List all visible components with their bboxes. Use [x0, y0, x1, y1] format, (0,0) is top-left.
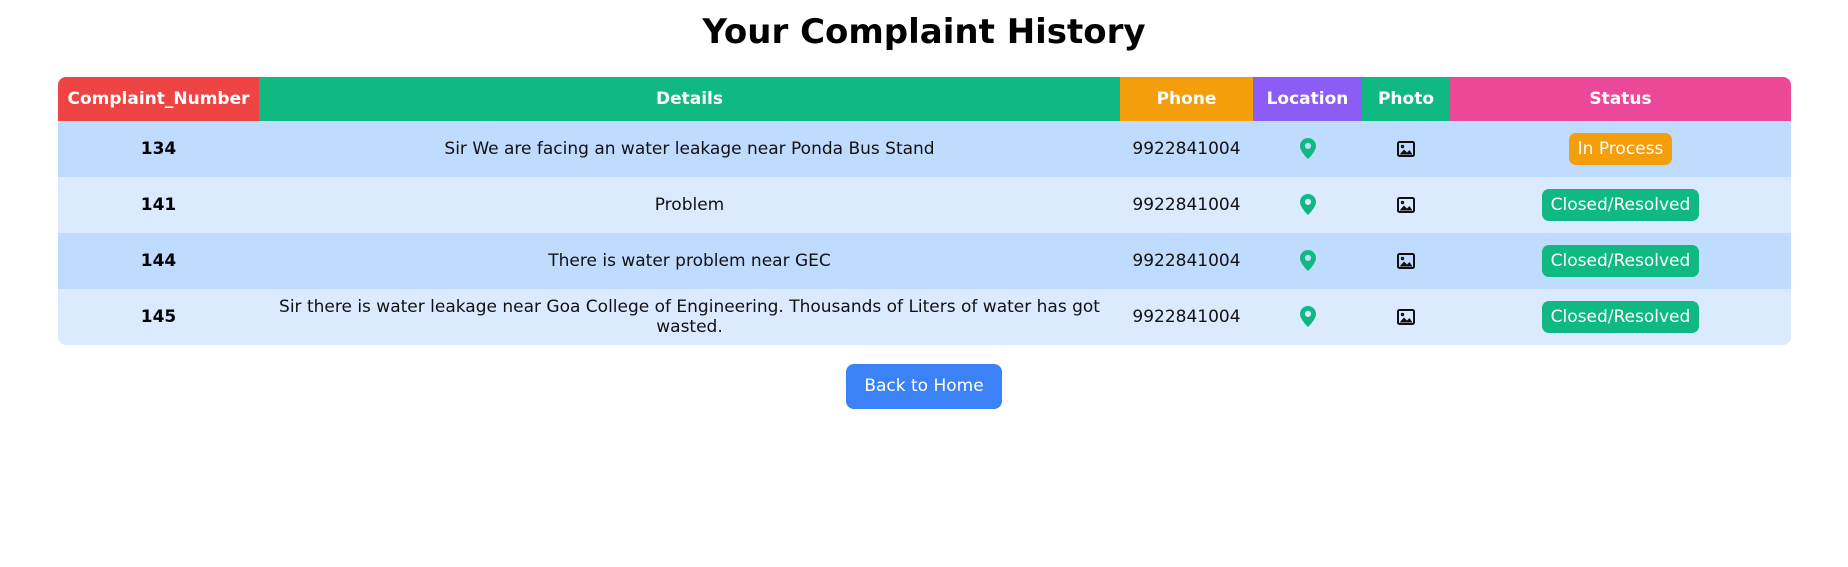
back-to-home-button[interactable]: Back to Home: [846, 364, 1002, 409]
location-cell: [1253, 177, 1362, 233]
complaint-number-cell: 145: [58, 289, 259, 345]
header-phone: Phone: [1120, 77, 1253, 121]
location-cell: [1253, 121, 1362, 177]
phone-cell: 9922841004: [1120, 289, 1253, 345]
table-header-row: Complaint_Number Details Phone Location …: [58, 77, 1791, 121]
back-button-container: Back to Home: [0, 364, 1848, 409]
location-cell: [1253, 233, 1362, 289]
complaint-number-cell: 141: [58, 177, 259, 233]
details-cell: Sir We are facing an water leakage near …: [259, 121, 1120, 177]
phone-cell: 9922841004: [1120, 121, 1253, 177]
map-marker-icon[interactable]: [1294, 246, 1322, 274]
image-icon[interactable]: [1392, 191, 1420, 219]
status-cell: In Process: [1450, 121, 1791, 177]
header-details: Details: [259, 77, 1120, 121]
status-cell: Closed/Resolved: [1450, 177, 1791, 233]
status-badge: In Process: [1568, 133, 1673, 165]
table-row: 134 Sir We are facing an water leakage n…: [58, 121, 1791, 177]
status-badge: Closed/Resolved: [1541, 301, 1700, 333]
complaint-number-cell: 144: [58, 233, 259, 289]
location-cell: [1253, 289, 1362, 345]
photo-cell: [1362, 289, 1450, 345]
photo-cell: [1362, 121, 1450, 177]
details-cell: Problem: [259, 177, 1120, 233]
details-cell: Sir there is water leakage near Goa Coll…: [259, 289, 1120, 345]
header-complaint-number: Complaint_Number: [58, 77, 259, 121]
image-icon[interactable]: [1392, 247, 1420, 275]
table-row: 141 Problem 9922841004 Closed/Resolved: [58, 177, 1791, 233]
header-location: Location: [1253, 77, 1362, 121]
photo-cell: [1362, 177, 1450, 233]
header-photo: Photo: [1362, 77, 1450, 121]
image-icon[interactable]: [1392, 303, 1420, 331]
status-cell: Closed/Resolved: [1450, 289, 1791, 345]
details-cell: There is water problem near GEC: [259, 233, 1120, 289]
photo-cell: [1362, 233, 1450, 289]
complaint-table-container: Complaint_Number Details Phone Location …: [58, 77, 1791, 345]
complaint-table: Complaint_Number Details Phone Location …: [58, 77, 1791, 345]
status-badge: Closed/Resolved: [1541, 245, 1700, 277]
complaint-number-cell: 134: [58, 121, 259, 177]
status-cell: Closed/Resolved: [1450, 233, 1791, 289]
image-icon[interactable]: [1392, 135, 1420, 163]
header-status: Status: [1450, 77, 1791, 121]
table-row: 145 Sir there is water leakage near Goa …: [58, 289, 1791, 345]
map-marker-icon[interactable]: [1294, 190, 1322, 218]
phone-cell: 9922841004: [1120, 177, 1253, 233]
status-badge: Closed/Resolved: [1541, 189, 1700, 221]
complaint-history-page: Your Complaint History Complaint_Number …: [0, 0, 1848, 567]
page-title: Your Complaint History: [702, 12, 1146, 52]
map-marker-icon[interactable]: [1294, 134, 1322, 162]
phone-cell: 9922841004: [1120, 233, 1253, 289]
map-marker-icon[interactable]: [1294, 302, 1322, 330]
table-row: 144 There is water problem near GEC 9922…: [58, 233, 1791, 289]
